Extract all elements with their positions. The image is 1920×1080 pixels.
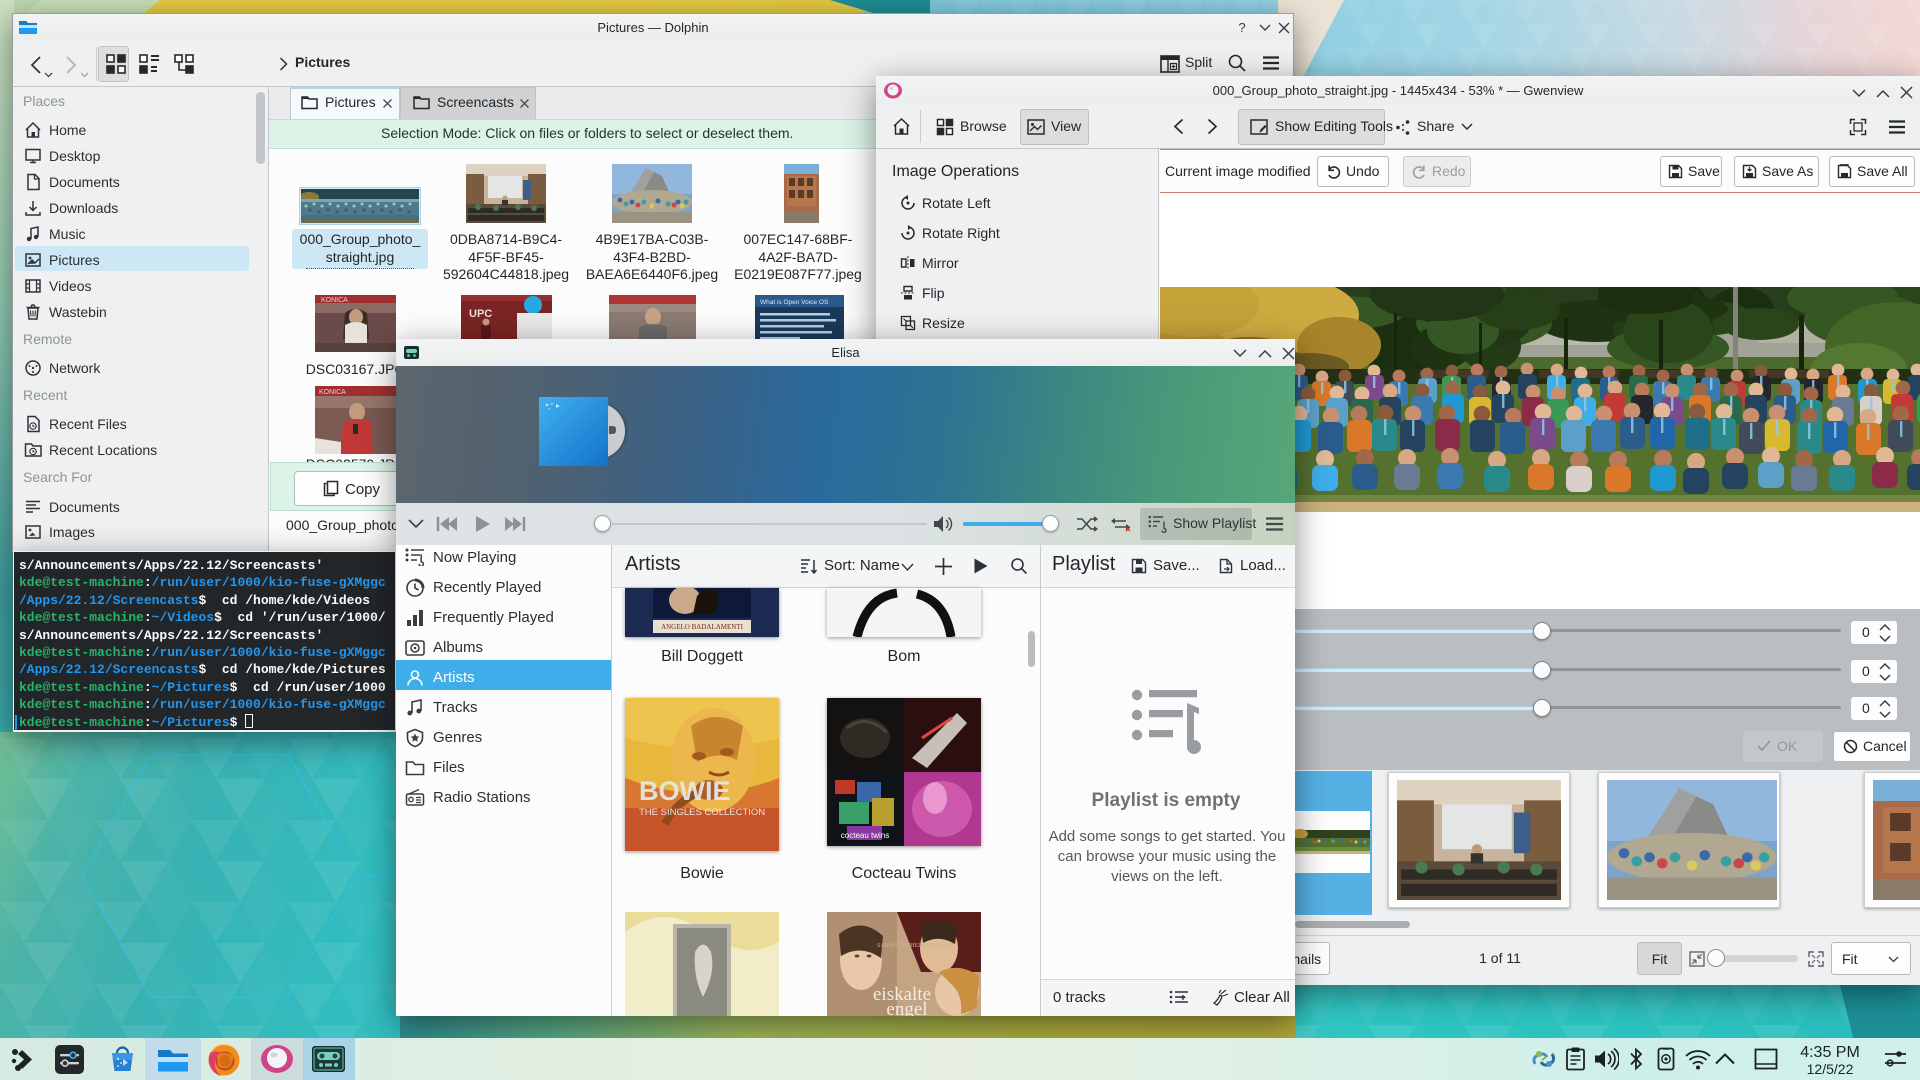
svg-text:UPC: UPC	[469, 308, 492, 320]
svg-text:BOWIE: BOWIE	[639, 776, 731, 806]
svg-text:SARAH MICHELLE GELLAR: SARAH MICHELLE GELLAR	[877, 943, 954, 949]
svg-text:KONICA: KONICA	[321, 297, 348, 304]
svg-text:ANGELO BADALAMENTI: ANGELO BADALAMENTI	[661, 623, 744, 631]
svg-text:KONICA: KONICA	[319, 389, 346, 396]
svg-text:engel: engel	[886, 999, 927, 1016]
svg-text:cocteau twins: cocteau twins	[841, 831, 889, 840]
svg-text:What is Open Voice OS: What is Open Voice OS	[760, 299, 829, 306]
svg-text:THE SINGLES COLLECTION: THE SINGLES COLLECTION	[639, 807, 765, 818]
